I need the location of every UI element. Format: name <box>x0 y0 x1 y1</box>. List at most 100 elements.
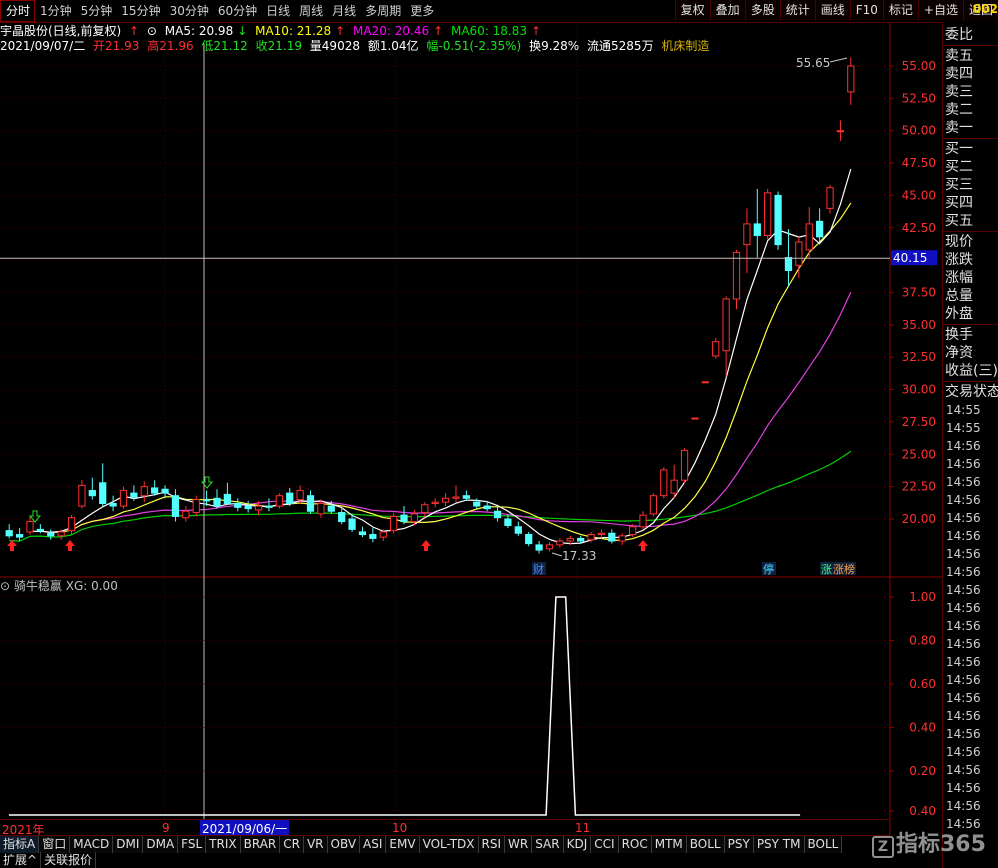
candle[interactable] <box>493 507 502 522</box>
bottom-tab-1[interactable]: 关联报价 <box>41 852 97 868</box>
candle[interactable] <box>286 487 294 507</box>
candle[interactable] <box>275 493 283 509</box>
candle[interactable] <box>306 490 315 514</box>
kline-chart[interactable]: 55.0052.5050.0047.5045.0042.5040.0037.50… <box>0 0 942 835</box>
candle[interactable] <box>213 489 221 509</box>
candle[interactable] <box>743 208 751 274</box>
candle[interactable] <box>556 538 564 548</box>
indicator-tab-0[interactable]: 指标A <box>0 836 40 853</box>
watermark-logo: Z 指标365 <box>872 826 986 858</box>
candle[interactable] <box>441 493 450 507</box>
indicator-tab-2[interactable]: MACD <box>70 836 114 853</box>
indicator-tab-15[interactable]: WR <box>505 836 533 853</box>
indicator-tab-24[interactable]: BOLL <box>804 836 843 853</box>
candle[interactable] <box>234 498 242 512</box>
side-time-15: 14:56 <box>946 673 981 687</box>
indicator-tab-20[interactable]: MTM <box>651 836 687 853</box>
indicator-tab-17[interactable]: KDJ <box>563 836 592 853</box>
side-time-13: 14:56 <box>946 637 981 651</box>
badge-1[interactable]: 停 <box>763 562 774 576</box>
candle[interactable] <box>701 381 709 384</box>
candle[interactable] <box>223 482 232 505</box>
indicator-tab-8[interactable]: CR <box>280 836 304 853</box>
candle[interactable] <box>67 515 76 535</box>
indicator-tab-21[interactable]: BOLL <box>686 836 725 853</box>
indicator-tab-9[interactable]: VR <box>303 836 328 853</box>
candle[interactable] <box>784 229 793 287</box>
side-label-group4-4: 外盘 <box>945 306 973 322</box>
candle[interactable] <box>338 508 346 525</box>
candle[interactable] <box>5 524 13 539</box>
indicator-toggle-icon[interactable]: ⊙ <box>0 579 10 593</box>
candle[interactable] <box>369 528 377 543</box>
side-time-1: 14:55 <box>946 421 981 435</box>
indicator-tab-18[interactable]: CCI <box>591 836 619 853</box>
candle[interactable] <box>805 207 813 258</box>
candle[interactable] <box>78 480 86 509</box>
candle[interactable] <box>722 296 730 377</box>
ma-lines <box>9 168 852 545</box>
candle[interactable] <box>47 529 55 540</box>
candle[interactable] <box>88 477 96 500</box>
candle[interactable] <box>774 191 782 250</box>
candle[interactable] <box>680 447 689 483</box>
candle[interactable] <box>691 417 699 420</box>
badge-2[interactable]: 涨 <box>821 563 832 576</box>
indicator-tab-4[interactable]: DMA <box>143 836 179 853</box>
candle[interactable] <box>431 498 439 508</box>
badge-0[interactable]: 财 <box>533 562 544 576</box>
indicator-tab-19[interactable]: ROC <box>618 836 652 853</box>
indicator-tab-1[interactable]: 窗口 <box>39 836 71 853</box>
candle[interactable] <box>452 485 460 503</box>
indicator-tab-11[interactable]: ASI <box>360 836 387 853</box>
candle[interactable] <box>836 120 845 142</box>
candle[interactable] <box>109 495 117 512</box>
candle[interactable] <box>151 480 159 496</box>
candle[interactable] <box>265 498 273 512</box>
candle[interactable] <box>358 526 367 538</box>
candle[interactable] <box>826 185 834 214</box>
candle[interactable] <box>660 467 668 499</box>
candle[interactable] <box>639 511 647 530</box>
candle[interactable] <box>753 188 761 258</box>
candle[interactable] <box>764 188 772 240</box>
indicator-tab-14[interactable]: RSI <box>478 836 506 853</box>
candle[interactable] <box>545 542 554 552</box>
candle[interactable] <box>670 464 678 499</box>
candle[interactable] <box>732 249 741 310</box>
indicator-tab-3[interactable]: DMI <box>113 836 144 853</box>
candle[interactable] <box>618 533 626 545</box>
bottom-tab-0[interactable]: 扩展^ <box>0 852 42 868</box>
candle[interactable] <box>847 57 855 105</box>
candle[interactable] <box>712 337 720 359</box>
candle[interactable] <box>140 481 148 503</box>
candle[interactable] <box>171 489 180 522</box>
indicator-tab-12[interactable]: EMV <box>386 836 420 853</box>
badge-3[interactable]: 涨榜 <box>833 562 855 576</box>
indicator-tab-7[interactable]: BRAR <box>240 836 281 853</box>
indicator-tab-13[interactable]: VOL-TDX <box>419 836 479 853</box>
indicator-tab-23[interactable]: PSY TM <box>753 836 805 853</box>
candle[interactable] <box>244 500 252 513</box>
indicator-tab-5[interactable]: FSL <box>178 836 207 853</box>
candle[interactable] <box>514 521 522 536</box>
candle[interactable] <box>462 490 470 501</box>
candle[interactable] <box>608 529 616 544</box>
candle[interactable] <box>119 486 128 509</box>
candle[interactable] <box>400 506 408 525</box>
candle[interactable] <box>390 512 398 534</box>
indicator-tab-16[interactable]: SAR <box>532 836 564 853</box>
indicator-tab-22[interactable]: PSY <box>724 836 754 853</box>
candle[interactable] <box>192 495 200 517</box>
indicator-tab-10[interactable]: OBV <box>327 836 361 853</box>
candle[interactable] <box>421 502 429 518</box>
candle[interactable] <box>525 531 533 547</box>
high-pointer-icon <box>829 57 848 63</box>
candle[interactable] <box>504 515 512 529</box>
candle[interactable] <box>99 463 107 507</box>
candle[interactable] <box>649 493 658 517</box>
indicator-tab-6[interactable]: TRIX <box>206 836 241 853</box>
side-separator <box>943 324 998 325</box>
candle[interactable] <box>535 541 543 554</box>
candle[interactable] <box>15 528 24 542</box>
